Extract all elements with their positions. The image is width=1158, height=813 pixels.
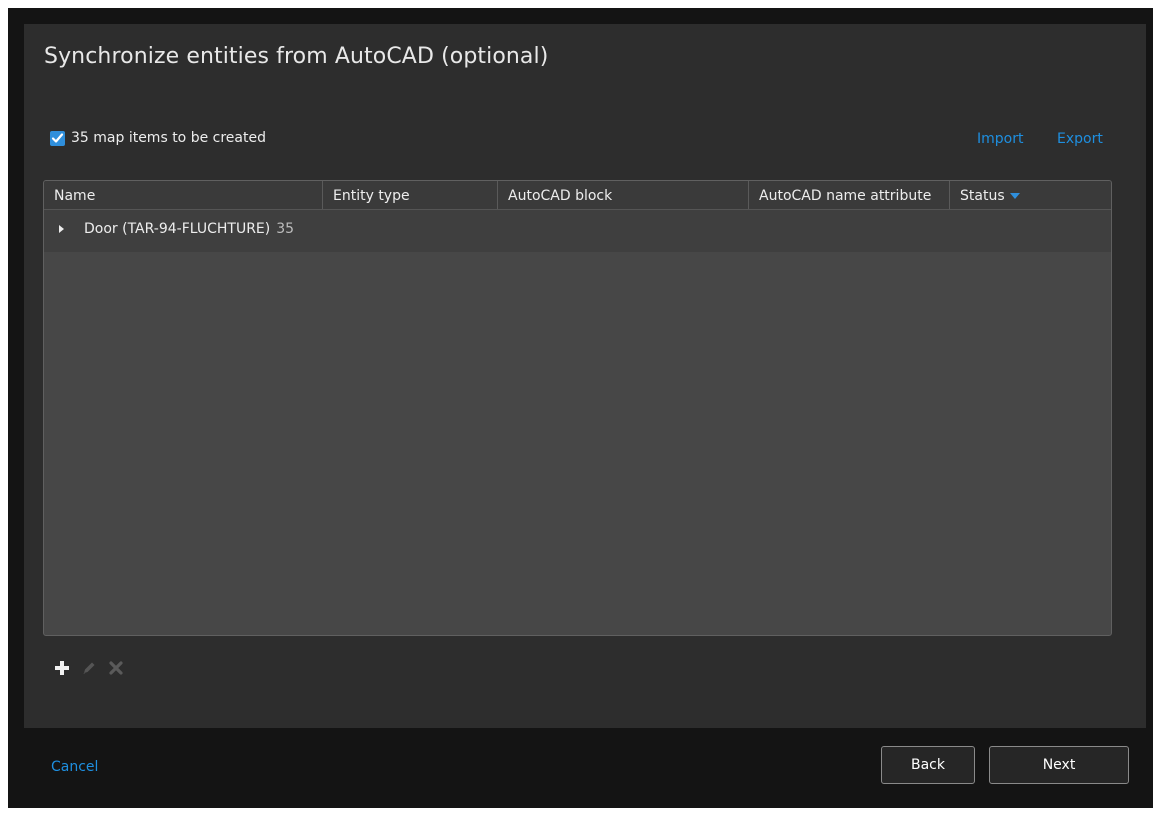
- plus-icon: [55, 661, 69, 675]
- column-header-autocad-block[interactable]: AutoCAD block: [498, 181, 748, 209]
- dialog-title: Synchronize entities from AutoCAD (optio…: [44, 44, 549, 69]
- column-header-autocad-name-attribute[interactable]: AutoCAD name attribute: [749, 181, 949, 209]
- next-button[interactable]: Next: [989, 746, 1129, 784]
- sort-down-icon: [1009, 193, 1020, 199]
- import-link[interactable]: Import: [977, 131, 1023, 147]
- create-items-label: 35 map items to be created: [71, 130, 266, 146]
- create-items-option[interactable]: 35 map items to be created: [50, 130, 266, 146]
- grid-header: Name Entity type AutoCAD block AutoCAD n…: [44, 181, 1111, 210]
- delete-button[interactable]: [107, 659, 125, 677]
- group-name: Door (TAR-94-FLUCHTURE): [84, 221, 271, 237]
- column-header-status[interactable]: Status: [950, 181, 1070, 209]
- back-button[interactable]: Back: [881, 746, 975, 784]
- group-label: Door (TAR-94-FLUCHTURE) 35: [84, 221, 294, 237]
- edit-button[interactable]: [80, 659, 98, 677]
- x-icon: [109, 661, 123, 675]
- entities-grid: Name Entity type AutoCAD block AutoCAD n…: [43, 180, 1112, 636]
- column-header-status-label: Status: [960, 188, 1005, 204]
- checkmark-icon: [51, 132, 64, 143]
- group-count: 35: [276, 221, 295, 237]
- column-header-entity-type[interactable]: Entity type: [323, 181, 497, 209]
- create-items-checkbox[interactable]: [50, 130, 65, 146]
- add-button[interactable]: [53, 659, 71, 677]
- export-link[interactable]: Export: [1057, 131, 1103, 147]
- expand-arrow-icon[interactable]: [59, 225, 64, 233]
- cancel-link[interactable]: Cancel: [51, 759, 98, 775]
- pencil-icon: [83, 662, 95, 674]
- column-header-name[interactable]: Name: [44, 181, 322, 209]
- grid-toolbar: [53, 659, 125, 677]
- group-row[interactable]: Door (TAR-94-FLUCHTURE) 35: [44, 210, 1111, 252]
